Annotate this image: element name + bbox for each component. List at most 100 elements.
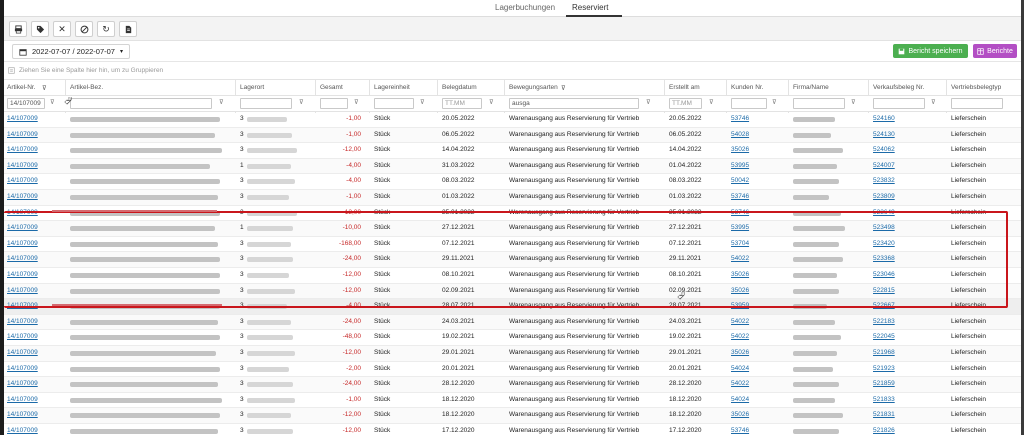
table-row[interactable]: 14/107009 3 -12,00 Stück 17.12.2020 Warenausg… xyxy=(4,424,1021,435)
filter-icon[interactable]: ⊽ xyxy=(42,84,47,92)
artikel-nr-link[interactable]: 14/107009 xyxy=(7,146,38,153)
artikel-nr-link[interactable]: 14/107009 xyxy=(7,224,38,231)
filter-icon[interactable]: ⊽ xyxy=(709,98,714,106)
filter-icon[interactable]: ⊽ xyxy=(420,98,425,106)
artikel-nr-link[interactable]: 14/107009 xyxy=(7,240,38,247)
col-lagerort[interactable]: Lagerort xyxy=(240,84,264,91)
col-kunden-nr[interactable]: Kunden Nr. xyxy=(731,84,764,91)
verkaufsbeleg-link[interactable]: 521833 xyxy=(873,396,895,403)
table-row[interactable]: 14/107009 1 -4,00 Stück 31.03.2022 Warenausga… xyxy=(4,158,1021,175)
lagereinheit-filter-input[interactable] xyxy=(374,98,414,109)
table-row[interactable]: 14/107009 3 -12,00 Stück 25.01.2022 Warenausg… xyxy=(4,206,1021,222)
table-row[interactable]: 14/107009 3 -24,00 Stück 28.12.2020 Warenausg… xyxy=(4,377,1021,393)
kunden-nr-link[interactable]: 35026 xyxy=(731,271,749,278)
kunden-nr-link[interactable]: 53704 xyxy=(731,240,749,247)
verkaufsbeleg-link[interactable]: 522815 xyxy=(873,287,895,294)
kunden-nr-link[interactable]: 54022 xyxy=(731,318,749,325)
artikel-nr-link[interactable]: 14/107009 xyxy=(7,333,38,340)
kunden-nr-link[interactable]: 53746 xyxy=(731,115,749,122)
verkaufsbeleg-link[interactable]: 521831 xyxy=(873,411,895,418)
col-verkaufsbeleg-nr[interactable]: Verkaufsbeleg Nr. xyxy=(873,84,924,91)
bewegungsarten-filter-input[interactable]: ausga xyxy=(509,98,639,109)
table-row[interactable]: 14/107009 3 -12,00 Stück 18.12.2020 Warenausg… xyxy=(4,408,1021,424)
artikel-nr-filter-input[interactable]: 14/107009 xyxy=(7,98,45,109)
kunden-nr-link[interactable]: 50042 xyxy=(731,177,749,184)
filter-icon[interactable]: ⊽ xyxy=(772,98,777,106)
table-row[interactable]: 14/107009 3 -12,00 Stück 14.04.2022 Warenausg… xyxy=(4,143,1021,159)
tab-reserviert[interactable]: Reserviert xyxy=(572,3,608,12)
verkaufsbeleg-link[interactable]: 524062 xyxy=(873,146,895,153)
table-row[interactable]: 14/107009 3 -24,00 Stück 24.03.2021 Warenausg… xyxy=(4,314,1021,331)
col-gesamt[interactable]: Gesamt xyxy=(320,84,343,91)
verkaufsbeleg-link[interactable]: 523498 xyxy=(873,224,895,231)
filter-icon[interactable]: ⊽ xyxy=(299,98,304,106)
kunden-nr-link[interactable]: 35026 xyxy=(731,411,749,418)
artikel-nr-link[interactable]: 14/107009 xyxy=(7,193,38,200)
print-button[interactable] xyxy=(9,21,27,37)
table-row[interactable]: 14/107009 3 -12,00 Stück 02.09.2021 Warenausg… xyxy=(4,283,1021,300)
artikel-nr-link[interactable]: 14/107009 xyxy=(7,396,38,403)
tab-lagerbuchungen[interactable]: Lagerbuchungen xyxy=(495,3,555,12)
reports-button[interactable]: Berichte xyxy=(973,44,1017,58)
table-row[interactable]: 14/107009 3 -12,00 Stück 29.01.2021 Warenausg… xyxy=(4,345,1021,362)
verkaufsbeleg-link[interactable]: 521826 xyxy=(873,427,895,434)
tags-button[interactable] xyxy=(31,21,49,37)
col-belegdatum[interactable]: Belegdatum xyxy=(442,84,477,91)
verkaufsbeleg-link[interactable]: 522183 xyxy=(873,318,895,325)
table-row[interactable]: 14/107009 3 -4,00 Stück 28.07.2021 Warenausga… xyxy=(4,299,1021,315)
artikel-nr-link[interactable]: 14/107009 xyxy=(7,115,38,122)
filter-icon[interactable]: ⊽ xyxy=(931,98,936,106)
table-row[interactable]: 14/107009 3 -168,00 Stück 07.12.2021 Warenaus… xyxy=(4,237,1021,253)
vertriebsbelegtyp-filter-input[interactable] xyxy=(951,98,1003,109)
lagerort-filter-input[interactable] xyxy=(240,98,292,109)
col-bewegungsarten[interactable]: Bewegungsarten xyxy=(509,84,558,91)
filter-icon[interactable]: ⊽ xyxy=(219,98,224,106)
verkaufsbeleg-link[interactable]: 523046 xyxy=(873,271,895,278)
kunden-nr-link[interactable]: 54024 xyxy=(731,396,749,403)
verkaufsbeleg-link[interactable]: 524160 xyxy=(873,115,895,122)
kunden-nr-link[interactable]: 53995 xyxy=(731,224,749,231)
kunden-nr-link[interactable]: 54022 xyxy=(731,255,749,262)
kunden-nr-link[interactable]: 54022 xyxy=(731,333,749,340)
verkaufsbeleg-link[interactable]: 521923 xyxy=(873,365,895,372)
artikel-nr-link[interactable]: 14/107009 xyxy=(7,255,38,262)
verkaufsbeleg-link[interactable]: 523420 xyxy=(873,240,895,247)
verkaufsbeleg-link[interactable]: 522045 xyxy=(873,333,895,340)
filter-icon[interactable]: ⊽ xyxy=(646,98,651,106)
cancel-button[interactable] xyxy=(75,21,93,37)
verkaufsbeleg-link[interactable]: 521968 xyxy=(873,349,895,356)
kunden-nr-link[interactable]: 54028 xyxy=(731,131,749,138)
table-row[interactable]: 14/107009 3 -2,00 Stück 20.01.2021 Warenausga… xyxy=(4,362,1021,378)
kunden-nr-link[interactable]: 54024 xyxy=(731,365,749,372)
kunden-nr-link[interactable]: 35026 xyxy=(731,146,749,153)
artikel-nr-link[interactable]: 14/107009 xyxy=(7,177,38,184)
report-button[interactable] xyxy=(119,21,137,37)
col-artikel-nr[interactable]: Artikel-Nr. xyxy=(7,84,36,91)
kunden-nr-link[interactable]: 35026 xyxy=(731,287,749,294)
table-row[interactable]: 14/107009 3 -48,00 Stück 19.02.2021 Warenausg… xyxy=(4,330,1021,346)
artikel-nr-link[interactable]: 14/107009 xyxy=(7,427,38,434)
belegdatum-filter-input[interactable]: TT.MM xyxy=(442,98,482,109)
filter-icon[interactable]: ⊽ xyxy=(561,84,566,92)
verkaufsbeleg-filter-input[interactable] xyxy=(873,98,925,109)
col-erstellt-am[interactable]: Erstellt am xyxy=(669,84,700,91)
verkaufsbeleg-link[interactable]: 523809 xyxy=(873,193,895,200)
kunden-nr-link[interactable]: 35026 xyxy=(731,349,749,356)
table-row[interactable]: 14/107009 3 -1,00 Stück 20.05.2022 Warenausga… xyxy=(4,112,1021,128)
artikel-nr-link[interactable]: 14/107009 xyxy=(7,349,38,356)
kunden-nr-link[interactable]: 53746 xyxy=(731,209,749,216)
artikel-nr-link[interactable]: 14/107009 xyxy=(7,209,38,216)
artikel-nr-link[interactable]: 14/107009 xyxy=(7,380,38,387)
kunden-nr-link[interactable]: 53746 xyxy=(731,193,749,200)
artikel-nr-link[interactable]: 14/107009 xyxy=(7,411,38,418)
erstellt-filter-input[interactable]: TT.MM xyxy=(669,98,702,109)
filter-icon[interactable]: ⊽ xyxy=(851,98,856,106)
table-row[interactable]: 14/107009 3 -24,00 Stück 29.11.2021 Warenausg… xyxy=(4,252,1021,268)
artikel-nr-link[interactable]: 14/107009 xyxy=(7,318,38,325)
col-artikel-bez[interactable]: Artikel-Bez. xyxy=(70,84,103,91)
table-row[interactable]: 14/107009 3 -1,00 Stück 01.03.2022 Warenausga… xyxy=(4,189,1021,206)
verkaufsbeleg-link[interactable]: 522667 xyxy=(873,302,895,309)
filter-icon[interactable]: ⊽ xyxy=(50,98,55,106)
col-vertriebsbelegtyp[interactable]: Vertriebsbelegtyp xyxy=(951,84,1001,91)
table-row[interactable]: 14/107009 1 -10,00 Stück 27.12.2021 Warenausg… xyxy=(4,221,1021,237)
